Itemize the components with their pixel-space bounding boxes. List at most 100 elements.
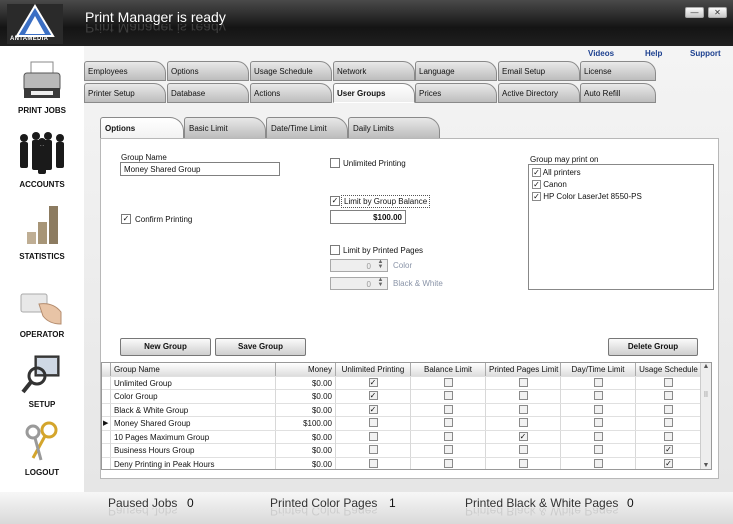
tab-database[interactable]: Database — [167, 83, 249, 103]
row-checkbox[interactable] — [368, 418, 378, 427]
row-checkbox[interactable] — [518, 404, 528, 414]
table-row[interactable]: Deny Printing in Peak Hours $0.00 ✓ — [102, 457, 702, 469]
row-checkbox[interactable]: ✓ — [664, 445, 673, 454]
row-checkbox[interactable]: ✓ — [664, 458, 673, 468]
row-checkbox[interactable] — [443, 458, 453, 468]
tab-language[interactable]: Language — [415, 61, 497, 81]
printer-item[interactable]: ✓ Canon — [532, 180, 567, 189]
row-checkbox[interactable] — [443, 391, 453, 400]
tab-printer-setup[interactable]: Printer Setup — [84, 83, 166, 103]
scroll-up-icon[interactable]: ▲ — [701, 363, 711, 370]
row-checkbox[interactable] — [443, 377, 453, 387]
row-checkbox[interactable] — [593, 418, 603, 427]
row-checkbox[interactable]: ✓ — [518, 431, 528, 441]
column-header[interactable]: Balance Limit — [411, 363, 486, 376]
table-row[interactable]: Unlimited Group $0.00 ✓ — [102, 376, 702, 390]
bw-pages-stepper[interactable]: 0 ▲ ▼ — [330, 277, 388, 290]
subtab-daily-limits[interactable]: Daily Limits — [348, 117, 440, 139]
videos-link[interactable]: Videos — [588, 49, 614, 58]
row-checkbox[interactable] — [443, 431, 453, 441]
spinner-arrows-icon[interactable]: ▲ ▼ — [375, 259, 386, 271]
tab-auto-refill[interactable]: Auto Refill — [580, 83, 656, 103]
row-checkbox[interactable] — [593, 404, 603, 414]
tab-prices[interactable]: Prices — [415, 83, 497, 103]
column-header[interactable]: Unlimited Printing — [336, 363, 411, 376]
row-checkbox[interactable] — [593, 377, 603, 387]
row-checkbox[interactable]: ✓ — [368, 404, 378, 414]
row-checkbox[interactable] — [593, 445, 603, 454]
table-row[interactable]: Black & White Group $0.00 ✓ — [102, 403, 702, 417]
subtab-options[interactable]: Options — [100, 117, 184, 139]
sidebar-item-accounts[interactable]: ACCOUNTS — [0, 130, 84, 189]
row-checkbox[interactable] — [443, 445, 453, 454]
row-checkbox[interactable] — [518, 458, 528, 468]
scroll-down-icon[interactable]: ▼ — [701, 462, 711, 469]
subtab-date-time-limit[interactable]: Date/Time Limit — [266, 117, 348, 139]
row-checkbox[interactable] — [518, 418, 528, 427]
row-checkbox[interactable] — [443, 404, 453, 414]
save-group-button[interactable]: Save Group — [215, 338, 306, 356]
row-checkbox[interactable] — [664, 418, 673, 427]
printer-checkbox[interactable]: ✓ — [532, 192, 541, 201]
tab-actions[interactable]: Actions — [250, 83, 332, 103]
row-checkbox[interactable] — [664, 377, 673, 387]
row-checkbox[interactable] — [518, 445, 528, 454]
limit-pages-checkbox[interactable] — [330, 245, 340, 255]
color-pages-stepper[interactable]: 0 ▲ ▼ — [330, 259, 388, 272]
tab-user-groups[interactable]: User Groups — [333, 83, 415, 103]
printer-item[interactable]: ✓ HP Color LaserJet 8550-PS — [532, 192, 642, 201]
unlimited-printing-checkbox[interactable] — [330, 158, 340, 168]
column-header[interactable]: Day/Time Limit — [561, 363, 636, 376]
sidebar-item-operator[interactable]: OPERATOR — [0, 286, 84, 339]
new-group-button[interactable]: New Group — [120, 338, 211, 356]
row-checkbox[interactable] — [664, 404, 673, 414]
tab-license[interactable]: License — [580, 61, 656, 81]
printer-checkbox[interactable]: ✓ — [532, 180, 541, 189]
balance-input[interactable]: $100.00 — [330, 210, 406, 224]
row-checkbox[interactable] — [518, 377, 528, 387]
limit-balance-checkbox[interactable]: ✓ — [330, 196, 340, 206]
tab-options[interactable]: Options — [167, 61, 249, 81]
spinner-arrows-icon[interactable]: ▲ ▼ — [375, 277, 386, 289]
sidebar-item-print-jobs[interactable]: PRINT JOBS — [0, 58, 84, 115]
minimize-button[interactable]: — — [685, 7, 704, 18]
table-row[interactable]: Color Group $0.00 ✓ — [102, 390, 702, 404]
column-header[interactable]: Usage Schedule — [636, 363, 702, 376]
delete-group-button[interactable]: Delete Group — [608, 338, 698, 356]
tab-email-setup[interactable]: Email Setup — [498, 61, 580, 81]
subtab-basic-limit[interactable]: Basic Limit — [184, 117, 266, 139]
row-checkbox[interactable] — [664, 391, 673, 400]
row-checkbox[interactable] — [368, 431, 378, 441]
row-checkbox[interactable] — [368, 445, 378, 454]
row-checkbox[interactable] — [368, 458, 378, 468]
group-name-input[interactable]: Money Shared Group — [120, 162, 280, 176]
column-header[interactable]: Money — [276, 363, 336, 376]
tab-employees[interactable]: Employees — [84, 61, 166, 81]
table-row[interactable]: ▶ Money Shared Group $100.00 — [102, 417, 702, 431]
row-checkbox[interactable]: ✓ — [368, 391, 378, 400]
row-checkbox[interactable] — [593, 431, 603, 441]
tab-active-directory[interactable]: Active Directory — [498, 83, 580, 103]
table-row[interactable]: 10 Pages Maximum Group $0.00 ✓ — [102, 430, 702, 444]
printer-checkbox[interactable]: ✓ — [532, 168, 541, 177]
row-checkbox[interactable] — [443, 418, 453, 427]
printer-item[interactable]: ✓ All printers — [532, 168, 581, 177]
tab-network[interactable]: Network — [333, 61, 415, 81]
vertical-scrollbar[interactable]: ▲ ⠿ ▼ — [700, 363, 711, 469]
row-checkbox[interactable] — [518, 391, 528, 400]
support-link[interactable]: Support — [690, 49, 721, 58]
tab-usage-schedule[interactable]: Usage Schedule — [250, 61, 332, 81]
sidebar-item-statistics[interactable]: STATISTICS — [0, 202, 84, 261]
row-checkbox[interactable] — [593, 458, 603, 468]
row-checkbox[interactable]: ✓ — [368, 377, 378, 387]
column-header[interactable]: Group Name — [111, 363, 276, 376]
sidebar-item-logout[interactable]: LOGOUT — [0, 420, 84, 477]
confirm-printing-checkbox[interactable]: ✓ — [121, 214, 131, 224]
close-button[interactable]: ✕ — [708, 7, 727, 18]
row-checkbox[interactable] — [593, 391, 603, 400]
table-row[interactable]: Business Hours Group $0.00 ✓ — [102, 444, 702, 458]
row-checkbox[interactable] — [664, 431, 673, 441]
scroll-grip-icon[interactable]: ⠿ — [701, 391, 711, 399]
help-link[interactable]: Help — [645, 49, 662, 58]
column-header[interactable]: Printed Pages Limit — [486, 363, 561, 376]
